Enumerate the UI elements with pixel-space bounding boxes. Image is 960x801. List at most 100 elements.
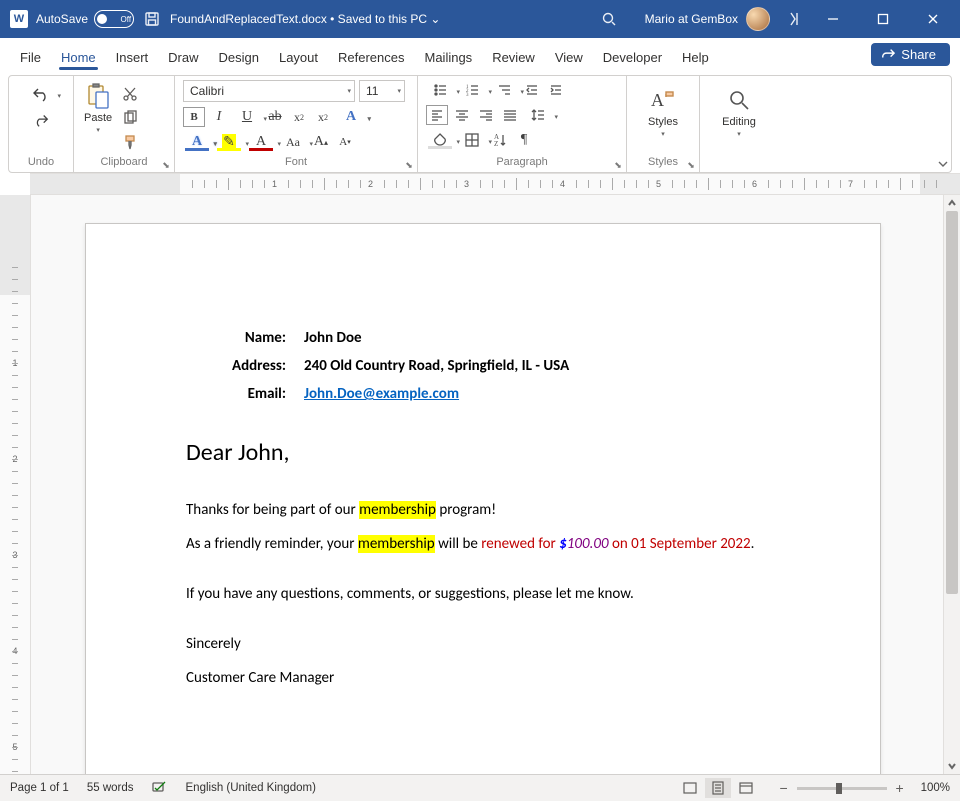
document-canvas[interactable]: Name: John Doe Address: 240 Old Country … bbox=[31, 195, 943, 774]
ruler-number: 1 bbox=[272, 174, 277, 194]
page-indicator[interactable]: Page 1 of 1 bbox=[10, 782, 69, 794]
font-size-value: 11 bbox=[366, 84, 378, 98]
vertical-ruler[interactable]: 12345 bbox=[0, 195, 31, 774]
scroll-down-button[interactable] bbox=[944, 758, 960, 774]
tab-layout[interactable]: Layout bbox=[269, 44, 328, 70]
undo-button[interactable]: ▾ bbox=[27, 84, 55, 104]
paragraph-1: Thanks for being part of our membership … bbox=[186, 501, 780, 519]
user-name[interactable]: Mario at GemBox bbox=[645, 12, 738, 26]
autosave-toggle[interactable]: AutoSave Off bbox=[36, 10, 134, 28]
greeting: Dear John, bbox=[186, 438, 780, 467]
tab-design[interactable]: Design bbox=[209, 44, 269, 70]
tab-view[interactable]: View bbox=[545, 44, 593, 70]
vertical-scrollbar[interactable] bbox=[943, 195, 960, 774]
line-spacing-button[interactable]: ▾ bbox=[524, 105, 552, 125]
shading-button[interactable]: ▾ bbox=[426, 130, 454, 150]
maximize-button[interactable] bbox=[862, 0, 904, 38]
web-layout-button[interactable] bbox=[733, 778, 759, 798]
scroll-thumb[interactable] bbox=[946, 211, 958, 594]
group-styles-label: Styles bbox=[635, 154, 691, 170]
tab-review[interactable]: Review bbox=[482, 44, 545, 70]
paragraph-launcher[interactable]: ⬊ bbox=[612, 159, 624, 171]
share-label: Share bbox=[901, 47, 936, 62]
sort-button[interactable]: AZ bbox=[490, 130, 510, 150]
zoom-level[interactable]: 100% bbox=[921, 782, 950, 794]
redo-button[interactable] bbox=[31, 110, 51, 130]
save-icon[interactable] bbox=[142, 9, 162, 29]
align-right-button[interactable] bbox=[476, 105, 496, 125]
scroll-up-button[interactable] bbox=[944, 195, 960, 211]
justify-button[interactable] bbox=[500, 105, 520, 125]
word-logo-icon: W bbox=[10, 10, 28, 28]
tab-draw[interactable]: Draw bbox=[158, 44, 208, 70]
group-undo-label: Undo bbox=[17, 154, 65, 170]
name-label: Name: bbox=[186, 324, 304, 352]
bullets-button[interactable]: ▾ bbox=[426, 80, 454, 100]
multilevel-button[interactable]: ▾ bbox=[490, 80, 518, 100]
minimize-button[interactable] bbox=[812, 0, 854, 38]
italic-button[interactable]: I bbox=[209, 107, 229, 127]
zoom-in-button[interactable]: + bbox=[893, 780, 907, 796]
paste-label: Paste bbox=[84, 112, 112, 124]
font-size-combo[interactable]: 11▾ bbox=[359, 80, 405, 102]
borders-button[interactable]: ▾ bbox=[458, 130, 486, 150]
strikethrough-button[interactable]: ab bbox=[265, 107, 285, 127]
clipboard-launcher[interactable]: ⬊ bbox=[160, 159, 172, 171]
highlight-1: membership bbox=[359, 501, 436, 519]
text-effects-button[interactable]: A▾ bbox=[337, 107, 365, 127]
avatar[interactable] bbox=[746, 7, 770, 31]
decrease-indent-button[interactable] bbox=[522, 80, 542, 100]
name-value: John Doe bbox=[304, 324, 587, 352]
page[interactable]: Name: John Doe Address: 240 Old Country … bbox=[85, 223, 881, 774]
editing-button[interactable]: Editing ▾ bbox=[720, 84, 758, 140]
shrink-font-button[interactable]: A▾ bbox=[335, 132, 355, 152]
tab-help[interactable]: Help bbox=[672, 44, 719, 70]
language-indicator[interactable]: English (United Kingdom) bbox=[186, 782, 316, 794]
styles-button[interactable]: A Styles ▾ bbox=[646, 84, 680, 140]
tab-file[interactable]: File bbox=[10, 44, 51, 70]
bold-button[interactable]: B bbox=[183, 107, 205, 127]
text-styles-button[interactable]: A▾ bbox=[183, 132, 211, 152]
share-button[interactable]: Share bbox=[871, 43, 950, 66]
document-title[interactable]: FoundAndReplacedText.docx • Saved to thi… bbox=[170, 12, 440, 26]
tab-insert[interactable]: Insert bbox=[106, 44, 159, 70]
font-launcher[interactable]: ⬊ bbox=[403, 159, 415, 171]
coming-soon-icon[interactable] bbox=[784, 9, 804, 29]
grow-font-button[interactable]: A▴ bbox=[311, 132, 331, 152]
subscript-button[interactable]: x2 bbox=[289, 107, 309, 127]
info-table: Name: John Doe Address: 240 Old Country … bbox=[186, 324, 587, 408]
styles-launcher[interactable]: ⬊ bbox=[685, 159, 697, 171]
format-painter-button[interactable] bbox=[120, 132, 140, 152]
increase-indent-button[interactable] bbox=[546, 80, 566, 100]
collapse-ribbon-button[interactable] bbox=[936, 159, 950, 169]
tab-home[interactable]: Home bbox=[51, 44, 106, 70]
zoom-slider[interactable] bbox=[797, 787, 887, 790]
superscript-button[interactable]: x2 bbox=[313, 107, 333, 127]
close-button[interactable] bbox=[912, 0, 954, 38]
highlight-button[interactable]: ✎▾ bbox=[215, 132, 243, 152]
group-paragraph-label: Paragraph bbox=[426, 154, 618, 170]
numbering-button[interactable]: 123▾ bbox=[458, 80, 486, 100]
tab-references[interactable]: References bbox=[328, 44, 414, 70]
horizontal-ruler[interactable]: 1234567 bbox=[30, 173, 960, 195]
font-color-button[interactable]: A▾ bbox=[247, 132, 275, 152]
change-case-button[interactable]: Aa▾ bbox=[279, 132, 307, 152]
spell-check-icon[interactable] bbox=[152, 781, 168, 795]
word-count[interactable]: 55 words bbox=[87, 782, 134, 794]
align-center-button[interactable] bbox=[452, 105, 472, 125]
font-name-combo[interactable]: Calibri▾ bbox=[183, 80, 355, 102]
focus-mode-button[interactable] bbox=[677, 778, 703, 798]
font-name-value: Calibri bbox=[190, 84, 224, 98]
tab-developer[interactable]: Developer bbox=[593, 44, 672, 70]
cut-button[interactable] bbox=[120, 84, 140, 104]
zoom-out-button[interactable]: − bbox=[777, 780, 791, 796]
tab-mailings[interactable]: Mailings bbox=[415, 44, 483, 70]
search-icon[interactable] bbox=[599, 9, 619, 29]
underline-button[interactable]: U▾ bbox=[233, 107, 261, 127]
align-left-button[interactable] bbox=[426, 105, 448, 125]
email-link[interactable]: John.Doe@example.com bbox=[304, 385, 459, 403]
paste-button[interactable]: Paste ▾ bbox=[82, 80, 114, 136]
copy-button[interactable] bbox=[120, 108, 140, 128]
print-layout-button[interactable] bbox=[705, 778, 731, 798]
show-marks-button[interactable]: ¶ bbox=[514, 130, 534, 150]
